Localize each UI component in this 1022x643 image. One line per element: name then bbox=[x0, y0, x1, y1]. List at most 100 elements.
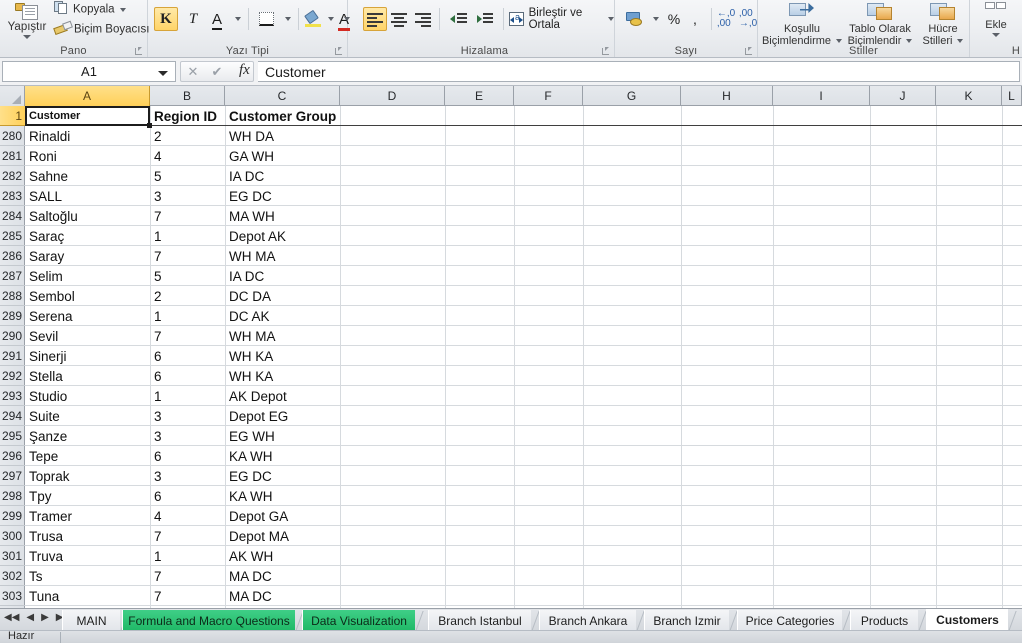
column-header-k[interactable]: K bbox=[936, 86, 1002, 106]
chevron-down-icon[interactable] bbox=[23, 35, 31, 39]
column-header-l[interactable]: L bbox=[1002, 86, 1022, 106]
chevron-down-icon[interactable] bbox=[608, 17, 614, 21]
row-header-282[interactable]: 282 bbox=[0, 166, 25, 186]
cell-C298[interactable]: KA WH bbox=[229, 486, 338, 506]
sheet-tab-data-visualization[interactable]: Data Visualization bbox=[302, 610, 415, 631]
cell-B291[interactable]: 6 bbox=[154, 346, 223, 366]
cell-C281[interactable]: GA WH bbox=[229, 146, 338, 166]
sheet-tab-branch-ankara[interactable]: Branch Ankara bbox=[539, 610, 636, 631]
increase-decimal-button[interactable]: ←,0,00 bbox=[715, 7, 737, 31]
decrease-decimal-button[interactable]: ,00 →,0 bbox=[737, 7, 759, 31]
sheet-tab-products[interactable]: Products bbox=[850, 610, 918, 631]
font-color-dropdown[interactable] bbox=[338, 7, 351, 31]
fill-color-button[interactable] bbox=[302, 7, 324, 31]
align-center-button[interactable] bbox=[387, 7, 411, 31]
cell-B289[interactable]: 1 bbox=[154, 306, 223, 326]
cell-B286[interactable]: 7 bbox=[154, 246, 223, 266]
row-header-289[interactable]: 289 bbox=[0, 306, 25, 326]
column-header-i[interactable]: I bbox=[773, 86, 870, 106]
cell-B292[interactable]: 6 bbox=[154, 366, 223, 386]
row-header-1[interactable]: 1 bbox=[0, 106, 25, 126]
cell-A1[interactable]: Customer bbox=[29, 106, 148, 126]
sheet-tab-branch-istanbul[interactable]: Branch Istanbul bbox=[428, 610, 531, 631]
cell-A284[interactable]: Saltoğlu bbox=[29, 206, 148, 226]
cell-C285[interactable]: Depot AK bbox=[229, 226, 338, 246]
cell-C295[interactable]: EG WH bbox=[229, 426, 338, 446]
underline-button[interactable]: A bbox=[206, 7, 228, 31]
cell-B300[interactable]: 7 bbox=[154, 526, 223, 546]
cell-A298[interactable]: Tpy bbox=[29, 486, 148, 506]
copy-button[interactable]: Kopyala bbox=[54, 1, 126, 16]
cell-B298[interactable]: 6 bbox=[154, 486, 223, 506]
cell-A303[interactable]: Tuna bbox=[29, 586, 148, 606]
cell-styles-button[interactable]: Hücre Stilleri bbox=[916, 1, 970, 47]
format-painter-button[interactable]: Biçim Boyacısı bbox=[54, 23, 149, 36]
cell-B283[interactable]: 3 bbox=[154, 186, 223, 206]
column-header-e[interactable]: E bbox=[445, 86, 514, 106]
column-header-b[interactable]: B bbox=[150, 86, 225, 106]
cell-B293[interactable]: 1 bbox=[154, 386, 223, 406]
cell-A287[interactable]: Selim bbox=[29, 266, 148, 286]
row-header-291[interactable]: 291 bbox=[0, 346, 25, 366]
cell-A291[interactable]: Sinerji bbox=[29, 346, 148, 366]
cell-A302[interactable]: Ts bbox=[29, 566, 148, 586]
cell-B1[interactable]: Region ID bbox=[154, 106, 223, 126]
cell-A299[interactable]: Tramer bbox=[29, 506, 148, 526]
chevron-down-icon[interactable] bbox=[836, 39, 843, 44]
number-dialog-launcher[interactable] bbox=[745, 47, 754, 56]
cell-B296[interactable]: 6 bbox=[154, 446, 223, 466]
decrease-indent-button[interactable] bbox=[445, 7, 471, 31]
cell-C283[interactable]: EG DC bbox=[229, 186, 338, 206]
row-header-293[interactable]: 293 bbox=[0, 386, 25, 406]
row-header-283[interactable]: 283 bbox=[0, 186, 25, 206]
chevron-down-icon[interactable] bbox=[119, 7, 126, 12]
row-header-295[interactable]: 295 bbox=[0, 426, 25, 446]
row-header-296[interactable]: 296 bbox=[0, 446, 25, 466]
cell-B284[interactable]: 7 bbox=[154, 206, 223, 226]
align-left-button[interactable] bbox=[363, 7, 387, 31]
name-box[interactable]: A1 bbox=[2, 61, 176, 82]
sheet-tab-formula-and-macro-questions[interactable]: Formula and Macro Questions bbox=[122, 610, 295, 631]
cell-C284[interactable]: MA WH bbox=[229, 206, 338, 226]
cell-C280[interactable]: WH DA bbox=[229, 126, 338, 146]
cell-C291[interactable]: WH KA bbox=[229, 346, 338, 366]
accounting-format-button[interactable] bbox=[623, 7, 647, 31]
cell-C286[interactable]: WH MA bbox=[229, 246, 338, 266]
sheet-tab-customers[interactable]: Customers bbox=[926, 609, 1008, 631]
row-header-280[interactable]: 280 bbox=[0, 126, 25, 146]
cell-C297[interactable]: EG DC bbox=[229, 466, 338, 486]
cell-A293[interactable]: Studio bbox=[29, 386, 148, 406]
cell-C292[interactable]: WH KA bbox=[229, 366, 338, 386]
chevron-down-icon[interactable] bbox=[158, 71, 168, 76]
cell-A295[interactable]: Şanze bbox=[29, 426, 148, 446]
cell-area[interactable]: Customer Region ID Customer Group Rinaldi 2 W… bbox=[25, 106, 1022, 608]
sheet-tab-price-categories[interactable]: Price Categories bbox=[737, 610, 842, 631]
cell-C302[interactable]: MA DC bbox=[229, 566, 338, 586]
column-header-c[interactable]: C bbox=[225, 86, 340, 106]
cell-A282[interactable]: Sahne bbox=[29, 166, 148, 186]
cell-B302[interactable]: 7 bbox=[154, 566, 223, 586]
cell-B288[interactable]: 2 bbox=[154, 286, 223, 306]
cell-C301[interactable]: AK WH bbox=[229, 546, 338, 566]
cell-C299[interactable]: Depot GA bbox=[229, 506, 338, 526]
alignment-dialog-launcher[interactable] bbox=[602, 47, 611, 56]
sheet-tab-main[interactable]: MAIN bbox=[62, 610, 120, 631]
cell-C296[interactable]: KA WH bbox=[229, 446, 338, 466]
row-header-286[interactable]: 286 bbox=[0, 246, 25, 266]
cell-B282[interactable]: 5 bbox=[154, 166, 223, 186]
cell-A300[interactable]: Trusa bbox=[29, 526, 148, 546]
cell-B303[interactable]: 7 bbox=[154, 586, 223, 606]
increase-indent-button[interactable] bbox=[471, 7, 497, 31]
cell-A281[interactable]: Roni bbox=[29, 146, 148, 166]
cell-C289[interactable]: DC AK bbox=[229, 306, 338, 326]
chevron-down-icon[interactable] bbox=[992, 33, 1000, 37]
cell-B280[interactable]: 2 bbox=[154, 126, 223, 146]
cell-A297[interactable]: Toprak bbox=[29, 466, 148, 486]
merge-and-center-button[interactable]: Birleştir ve Ortala bbox=[509, 7, 614, 31]
cell-C282[interactable]: IA DC bbox=[229, 166, 338, 186]
row-header-292[interactable]: 292 bbox=[0, 366, 25, 386]
insert-function-icon[interactable]: fx bbox=[239, 62, 250, 79]
italic-button[interactable]: T bbox=[182, 7, 204, 31]
paste-button[interactable]: Yapıştır bbox=[2, 2, 52, 48]
cancel-formula-button[interactable]: ✕ bbox=[181, 62, 205, 81]
